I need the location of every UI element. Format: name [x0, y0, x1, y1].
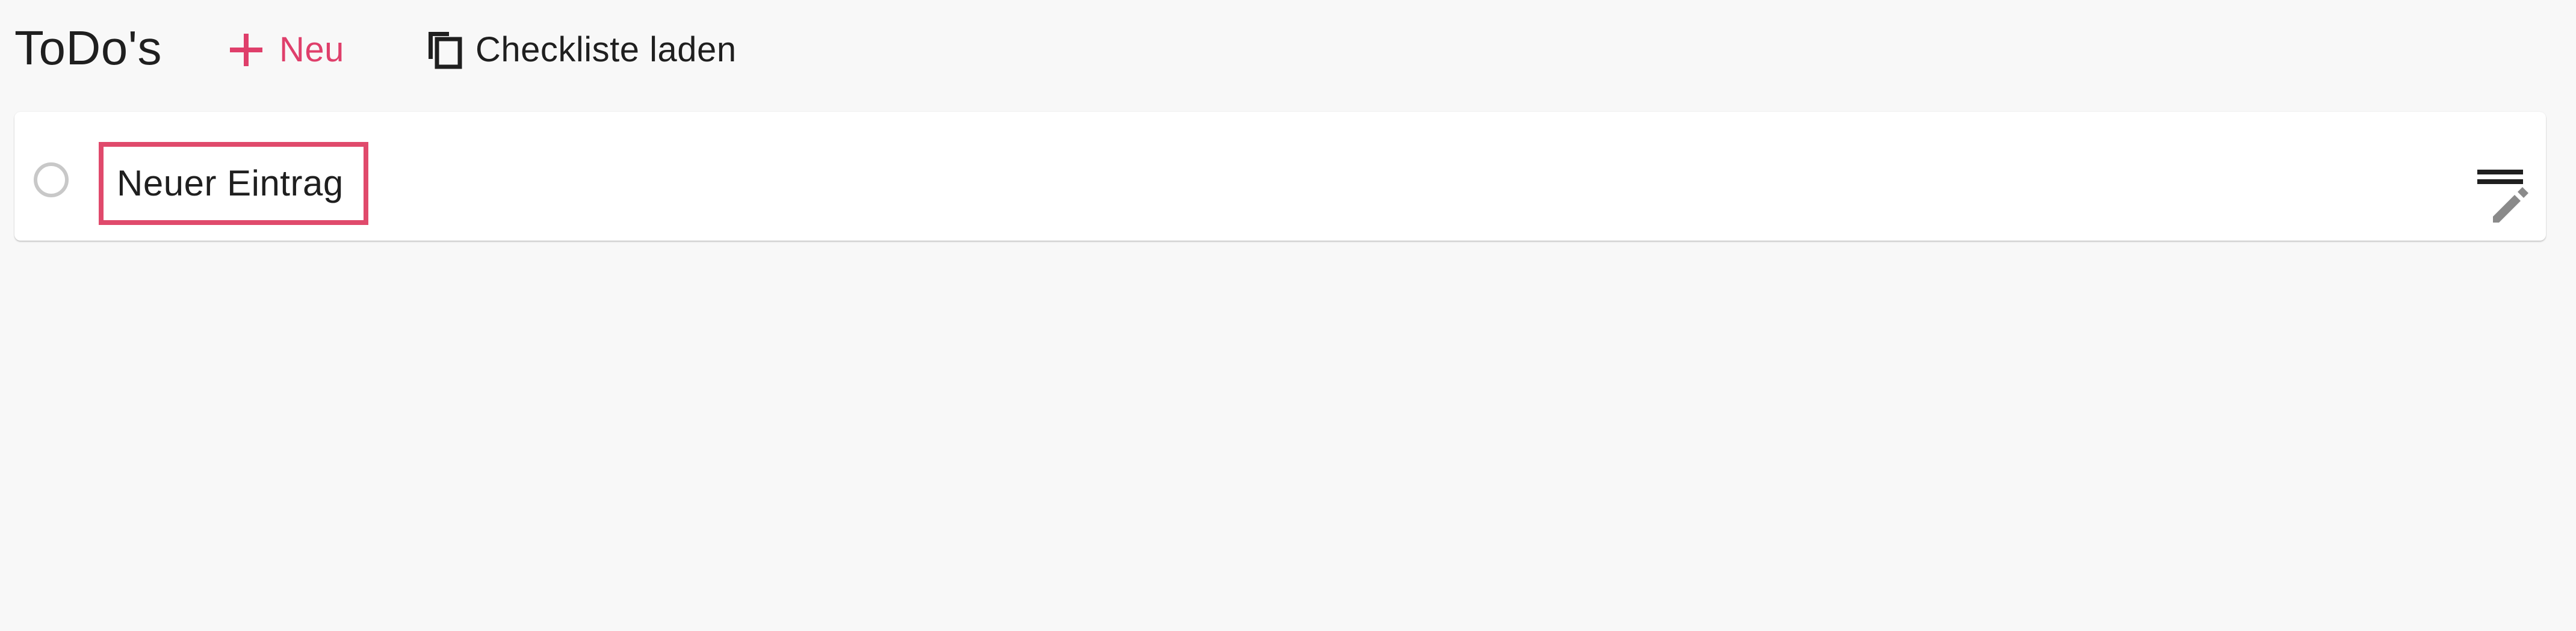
- new-todo-button[interactable]: Neu: [226, 23, 344, 77]
- pencil-icon[interactable]: [2488, 183, 2531, 226]
- todo-card: Neuer Eintrag: [14, 112, 2546, 241]
- new-todo-label: Neu: [279, 30, 344, 69]
- page-title: ToDo's: [14, 21, 163, 75]
- load-checklist-label: Checkliste laden: [475, 30, 737, 69]
- todo-entry-text: Neuer Eintrag: [117, 163, 344, 203]
- todo-checkbox[interactable]: [34, 162, 69, 197]
- todo-actions: [2477, 166, 2528, 226]
- copy-icon: [426, 28, 465, 72]
- todo-entry-field[interactable]: Neuer Eintrag: [99, 142, 368, 225]
- load-checklist-button[interactable]: Checkliste laden: [426, 23, 737, 77]
- plus-icon: [226, 30, 266, 70]
- header: ToDo's Neu Checkliste laden: [0, 0, 2576, 102]
